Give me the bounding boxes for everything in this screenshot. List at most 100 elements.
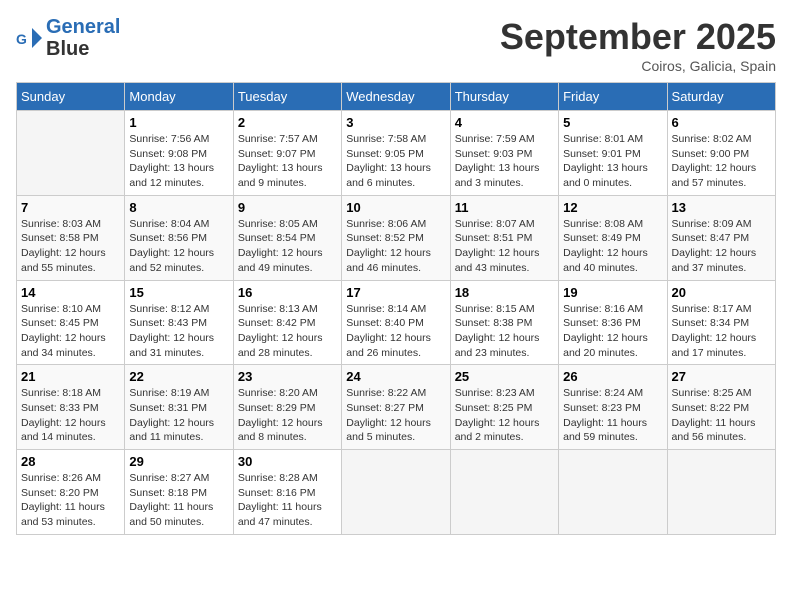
day-info: Sunrise: 8:03 AM Sunset: 8:58 PM Dayligh… [21, 217, 120, 276]
calendar-cell: 2 Sunrise: 7:57 AM Sunset: 9:07 PM Daylig… [233, 111, 341, 196]
calendar-cell [450, 450, 558, 535]
day-number: 11 [455, 200, 554, 215]
day-number: 10 [346, 200, 445, 215]
day-number: 13 [672, 200, 771, 215]
calendar-cell: 29 Sunrise: 8:27 AM Sunset: 8:18 PM Dayli… [125, 450, 233, 535]
calendar-cell: 4Sunrise: 7:59 AM Sunset: 9:03 PM Daylig… [450, 111, 558, 196]
day-info: Sunrise: 8:16 AM Sunset: 8:36 PM Dayligh… [563, 302, 662, 361]
day-number: 15 [129, 285, 228, 300]
day-header-friday: Friday [559, 83, 667, 111]
day-header-wednesday: Wednesday [342, 83, 450, 111]
day-info: Sunrise: 8:10 AM Sunset: 8:45 PM Dayligh… [21, 302, 120, 361]
day-info: Sunrise: 8:26 AM Sunset: 8:20 PM Dayligh… [21, 471, 120, 530]
calendar-cell: 21 Sunrise: 8:18 AM Sunset: 8:33 PM Dayli… [17, 365, 125, 450]
day-info: Sunrise: 8:17 AM Sunset: 8:34 PM Dayligh… [672, 302, 771, 361]
day-number: 7 [21, 200, 120, 215]
day-number: 30 [238, 454, 337, 469]
day-info: Sunrise: 8:04 AM Sunset: 8:56 PM Dayligh… [129, 217, 228, 276]
day-number: 3 [346, 115, 445, 130]
day-info: Sunrise: 8:18 AM Sunset: 8:33 PM Dayligh… [21, 386, 120, 445]
logo-text-line2: Blue [46, 38, 89, 60]
calendar-cell: 12 Sunrise: 8:08 AM Sunset: 8:49 PM Dayli… [559, 195, 667, 280]
calendar-cell: 10 Sunrise: 8:06 AM Sunset: 8:52 PM Dayli… [342, 195, 450, 280]
logo: G General Blue [16, 16, 120, 60]
day-info: Sunrise: 8:02 AM Sunset: 9:00 PM Dayligh… [672, 132, 771, 191]
day-info: Sunrise: 7:59 AM Sunset: 9:03 PM Dayligh… [455, 132, 554, 191]
logo-text-line1: General [46, 16, 120, 38]
day-info: Sunrise: 8:06 AM Sunset: 8:52 PM Dayligh… [346, 217, 445, 276]
location: Coiros, Galicia, Spain [500, 58, 776, 74]
calendar-cell: 1Sunrise: 7:56 AM Sunset: 9:08 PM Daylig… [125, 111, 233, 196]
day-info: Sunrise: 7:57 AM Sunset: 9:07 PM Dayligh… [238, 132, 337, 191]
day-info: Sunrise: 8:12 AM Sunset: 8:43 PM Dayligh… [129, 302, 228, 361]
day-info: Sunrise: 8:20 AM Sunset: 8:29 PM Dayligh… [238, 386, 337, 445]
day-info: Sunrise: 8:22 AM Sunset: 8:27 PM Dayligh… [346, 386, 445, 445]
calendar-cell: 14 Sunrise: 8:10 AM Sunset: 8:45 PM Dayli… [17, 280, 125, 365]
day-info: Sunrise: 8:27 AM Sunset: 8:18 PM Dayligh… [129, 471, 228, 530]
calendar-cell: 26 Sunrise: 8:24 AM Sunset: 8:23 PM Dayli… [559, 365, 667, 450]
day-info: Sunrise: 8:25 AM Sunset: 8:22 PM Dayligh… [672, 386, 771, 445]
day-header-sunday: Sunday [17, 83, 125, 111]
day-number: 20 [672, 285, 771, 300]
calendar-cell: 6 Sunrise: 8:02 AM Sunset: 9:00 PM Daylig… [667, 111, 775, 196]
day-info: Sunrise: 8:15 AM Sunset: 8:38 PM Dayligh… [455, 302, 554, 361]
day-number: 28 [21, 454, 120, 469]
calendar-cell: 7 Sunrise: 8:03 AM Sunset: 8:58 PM Daylig… [17, 195, 125, 280]
calendar-cell: 8 Sunrise: 8:04 AM Sunset: 8:56 PM Daylig… [125, 195, 233, 280]
calendar-cell: 20 Sunrise: 8:17 AM Sunset: 8:34 PM Dayli… [667, 280, 775, 365]
calendar-cell: 30 Sunrise: 8:28 AM Sunset: 8:16 PM Dayli… [233, 450, 341, 535]
day-number: 24 [346, 369, 445, 384]
calendar-cell: 27Sunrise: 8:25 AM Sunset: 8:22 PM Dayli… [667, 365, 775, 450]
day-info: Sunrise: 8:07 AM Sunset: 8:51 PM Dayligh… [455, 217, 554, 276]
title-block: September 2025 Coiros, Galicia, Spain [500, 16, 776, 74]
page-header: G General Blue September 2025 Coiros, Ga… [16, 16, 776, 74]
day-info: Sunrise: 8:09 AM Sunset: 8:47 PM Dayligh… [672, 217, 771, 276]
header-row: SundayMondayTuesdayWednesdayThursdayFrid… [17, 83, 776, 111]
day-number: 2 [238, 115, 337, 130]
calendar-cell [559, 450, 667, 535]
day-number: 19 [563, 285, 662, 300]
calendar-cell [667, 450, 775, 535]
calendar-cell: 5Sunrise: 8:01 AM Sunset: 9:01 PM Daylig… [559, 111, 667, 196]
day-header-monday: Monday [125, 83, 233, 111]
day-number: 23 [238, 369, 337, 384]
day-header-thursday: Thursday [450, 83, 558, 111]
day-number: 29 [129, 454, 228, 469]
day-number: 22 [129, 369, 228, 384]
day-number: 17 [346, 285, 445, 300]
calendar-cell: 19 Sunrise: 8:16 AM Sunset: 8:36 PM Dayli… [559, 280, 667, 365]
day-info: Sunrise: 8:28 AM Sunset: 8:16 PM Dayligh… [238, 471, 337, 530]
day-info: Sunrise: 8:01 AM Sunset: 9:01 PM Dayligh… [563, 132, 662, 191]
day-number: 14 [21, 285, 120, 300]
day-number: 26 [563, 369, 662, 384]
day-info: Sunrise: 8:08 AM Sunset: 8:49 PM Dayligh… [563, 217, 662, 276]
day-number: 16 [238, 285, 337, 300]
calendar-cell: 24 Sunrise: 8:22 AM Sunset: 8:27 PM Dayli… [342, 365, 450, 450]
calendar-cell [342, 450, 450, 535]
day-number: 21 [21, 369, 120, 384]
day-number: 1 [129, 115, 228, 130]
day-info: Sunrise: 8:05 AM Sunset: 8:54 PM Dayligh… [238, 217, 337, 276]
week-row-2: 7 Sunrise: 8:03 AM Sunset: 8:58 PM Daylig… [17, 195, 776, 280]
calendar-cell: 25Sunrise: 8:23 AM Sunset: 8:25 PM Dayli… [450, 365, 558, 450]
day-info: Sunrise: 8:14 AM Sunset: 8:40 PM Dayligh… [346, 302, 445, 361]
day-number: 18 [455, 285, 554, 300]
calendar-cell: 18 Sunrise: 8:15 AM Sunset: 8:38 PM Dayli… [450, 280, 558, 365]
day-number: 6 [672, 115, 771, 130]
week-row-1: 1Sunrise: 7:56 AM Sunset: 9:08 PM Daylig… [17, 111, 776, 196]
calendar-table: SundayMondayTuesdayWednesdayThursdayFrid… [16, 82, 776, 535]
week-row-5: 28 Sunrise: 8:26 AM Sunset: 8:20 PM Dayli… [17, 450, 776, 535]
day-info: Sunrise: 8:24 AM Sunset: 8:23 PM Dayligh… [563, 386, 662, 445]
day-info: Sunrise: 7:58 AM Sunset: 9:05 PM Dayligh… [346, 132, 445, 191]
calendar-cell: 28 Sunrise: 8:26 AM Sunset: 8:20 PM Dayli… [17, 450, 125, 535]
calendar-cell [17, 111, 125, 196]
calendar-cell: 11 Sunrise: 8:07 AM Sunset: 8:51 PM Dayli… [450, 195, 558, 280]
day-info: Sunrise: 8:13 AM Sunset: 8:42 PM Dayligh… [238, 302, 337, 361]
calendar-cell: 9Sunrise: 8:05 AM Sunset: 8:54 PM Daylig… [233, 195, 341, 280]
logo-icon: G [16, 24, 44, 52]
calendar-cell: 15 Sunrise: 8:12 AM Sunset: 8:43 PM Dayli… [125, 280, 233, 365]
week-row-4: 21 Sunrise: 8:18 AM Sunset: 8:33 PM Dayli… [17, 365, 776, 450]
day-number: 12 [563, 200, 662, 215]
calendar-cell: 13 Sunrise: 8:09 AM Sunset: 8:47 PM Dayli… [667, 195, 775, 280]
day-number: 8 [129, 200, 228, 215]
